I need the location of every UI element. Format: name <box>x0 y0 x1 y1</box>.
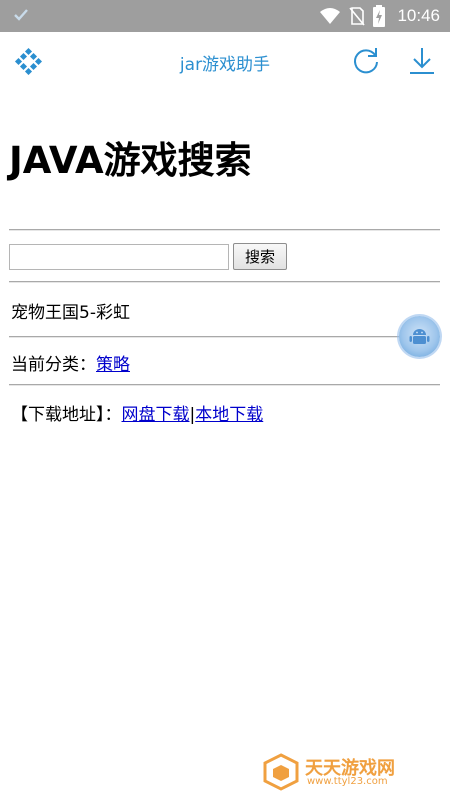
page-title: JAVA游戏搜索 <box>9 139 252 182</box>
refresh-icon[interactable] <box>350 45 382 77</box>
netdisk-download-link[interactable]: 网盘下载 <box>122 405 190 425</box>
local-download-link[interactable]: 本地下载 <box>195 405 263 425</box>
game-name: 宠物王国5-彩虹 <box>11 303 130 323</box>
app-title: jar游戏助手 <box>179 55 271 75</box>
divider <box>9 281 440 283</box>
status-icons: 10:46 <box>319 0 440 32</box>
search-button[interactable]: 搜索 <box>233 243 287 270</box>
category-link[interactable]: 策略 <box>96 355 130 375</box>
check-icon <box>14 9 28 21</box>
watermark-logo-icon <box>263 753 299 791</box>
divider <box>9 336 440 338</box>
android-icon <box>409 329 430 344</box>
download-icon[interactable] <box>406 45 438 77</box>
wifi-icon <box>320 8 341 24</box>
watermark: 天天游戏网 www.ttyl23.com <box>262 752 422 792</box>
divider <box>9 229 440 231</box>
divider <box>9 384 440 386</box>
no-sim-icon <box>349 7 366 26</box>
status-bar: 10:46 <box>0 0 450 32</box>
download-row: 【下载地址】：网盘下载|本地下载 <box>11 400 263 425</box>
app-bar: jar游戏助手 <box>0 32 450 90</box>
download-label: 【下载地址】： <box>11 405 122 425</box>
category-row: 当前分类：策略 <box>11 350 130 375</box>
status-time: 10:46 <box>397 6 440 25</box>
battery-charging-icon <box>373 5 386 27</box>
category-label: 当前分类： <box>11 355 96 375</box>
watermark-url: www.ttyl23.com <box>307 776 388 787</box>
floating-android-button[interactable] <box>399 316 440 357</box>
search-input[interactable] <box>9 244 229 270</box>
